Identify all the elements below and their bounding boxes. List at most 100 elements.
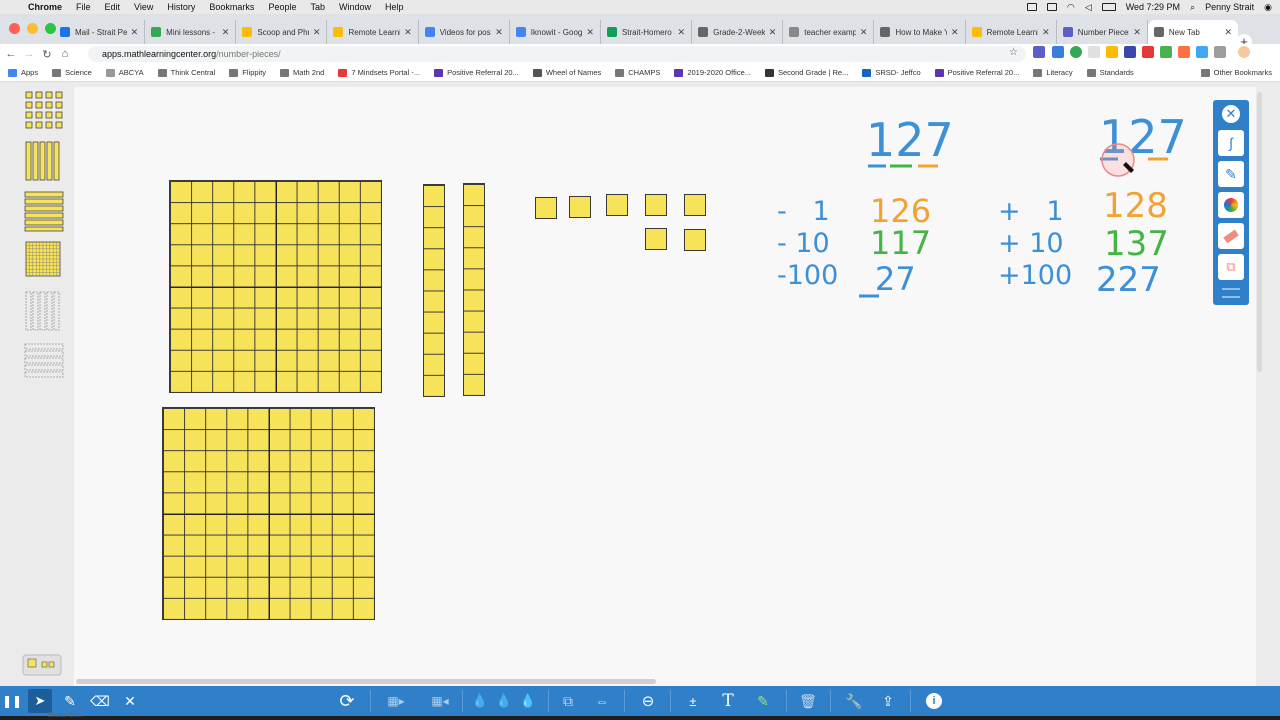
refresh-icon[interactable]: ⟳: [335, 689, 359, 713]
profile-avatar[interactable]: [1238, 46, 1250, 58]
browser-tab[interactable]: Remote Learni ✕: [966, 20, 1057, 44]
menu-window[interactable]: Window: [339, 2, 371, 12]
palette-toggle-icon[interactable]: [22, 654, 62, 676]
zoom-out-icon[interactable]: ⊖: [636, 689, 660, 713]
menu-chrome[interactable]: Chrome: [28, 2, 62, 12]
close-icon[interactable]: ✕: [1222, 105, 1240, 123]
blue-ink-icon[interactable]: 💧: [470, 689, 490, 713]
rotate-icon[interactable]: ⇔: [590, 689, 614, 713]
break-apart-icon[interactable]: ▦◂: [424, 689, 456, 713]
bookmark-item[interactable]: Literacy: [1033, 68, 1073, 77]
eraser-tool-icon[interactable]: ⌫: [88, 689, 112, 713]
pen-tool-icon[interactable]: ✎: [58, 689, 82, 713]
bookmark-item[interactable]: Positive Referral 20...: [434, 68, 519, 77]
menu-people[interactable]: People: [268, 2, 296, 12]
one-piece[interactable]: [535, 197, 557, 219]
back-icon[interactable]: ←: [4, 48, 18, 60]
one-piece[interactable]: [684, 229, 706, 251]
tens-stamp-icon[interactable]: [24, 140, 64, 184]
extension-icon[interactable]: [1070, 46, 1082, 58]
menu-history[interactable]: History: [167, 2, 195, 12]
tab-close-icon[interactable]: ✕: [769, 27, 777, 38]
duplicate-icon[interactable]: ⧉: [556, 689, 580, 713]
tab-close-icon[interactable]: ✕: [1224, 27, 1232, 38]
hundred-piece[interactable]: [169, 180, 382, 393]
menu-bookmarks[interactable]: Bookmarks: [209, 2, 254, 12]
text-tool-icon[interactable]: T: [716, 689, 740, 713]
browser-tab[interactable]: Grade-2-Week ✕: [692, 20, 784, 44]
tab-close-icon[interactable]: ✕: [495, 27, 503, 38]
browser-tab[interactable]: teacher examp ✕: [783, 20, 875, 44]
hundred-piece[interactable]: [162, 407, 375, 620]
settings-wrench-icon[interactable]: 🔧: [842, 689, 866, 713]
teal-ink-icon[interactable]: 💧: [494, 689, 514, 713]
pen-style-button[interactable]: ∫: [1218, 130, 1244, 156]
expression-icon[interactable]: ±: [681, 689, 705, 713]
bookmark-item[interactable]: CHAMPS: [615, 68, 660, 77]
browser-tab[interactable]: Strait-Homero ✕: [601, 20, 693, 44]
bookmark-item[interactable]: Second Grade | Re...: [765, 68, 848, 77]
hundreds-stamp-icon[interactable]: [24, 240, 64, 284]
bookmark-item[interactable]: 2019-2020 Office...: [674, 68, 751, 77]
extension-icon[interactable]: [1033, 46, 1045, 58]
one-piece[interactable]: [645, 228, 667, 250]
menu-file[interactable]: File: [76, 2, 91, 12]
bookmark-item[interactable]: Wheel of Names: [532, 68, 601, 77]
ten-piece[interactable]: [423, 184, 445, 397]
status-icon[interactable]: [1026, 3, 1037, 11]
bookmark-item[interactable]: Positive Referral 20...: [934, 68, 1019, 77]
highlighter-icon[interactable]: ✎: [751, 689, 775, 713]
browser-tab[interactable]: Videos for pos ✕: [419, 20, 510, 44]
reload-icon[interactable]: ↻: [40, 48, 54, 61]
group-icon[interactable]: ▦▸: [380, 689, 412, 713]
tab-close-icon[interactable]: ✕: [404, 27, 412, 38]
extension-icon[interactable]: [1088, 46, 1100, 58]
bookmark-star-icon[interactable]: ☆: [1009, 47, 1018, 58]
siri-icon[interactable]: ◉: [1264, 2, 1272, 13]
pause-icon[interactable]: ❚❚: [2, 689, 22, 713]
pen-button[interactable]: ✎: [1218, 161, 1244, 187]
tab-close-icon[interactable]: ✕: [951, 27, 959, 38]
tab-close-icon[interactable]: ✕: [222, 27, 230, 38]
share-icon[interactable]: ⇪: [876, 689, 900, 713]
close-window-button[interactable]: [9, 23, 20, 34]
minimize-window-button[interactable]: [27, 23, 38, 34]
browser-tab[interactable]: New Tab ✕: [1147, 20, 1239, 44]
tab-close-icon[interactable]: ✕: [313, 27, 321, 38]
horizontal-scrollbar[interactable]: [76, 679, 656, 684]
one-piece[interactable]: [569, 196, 591, 218]
tab-close-icon[interactable]: ✕: [1133, 27, 1141, 38]
one-piece[interactable]: [606, 194, 628, 216]
extension-icon[interactable]: [1142, 46, 1154, 58]
menu-view[interactable]: View: [134, 2, 153, 12]
forward-icon[interactable]: →: [22, 48, 36, 60]
vertical-scrollbar[interactable]: [1257, 92, 1262, 372]
pink-ink-icon[interactable]: 💧: [518, 689, 538, 713]
spotlight-icon[interactable]: ⌕: [1190, 2, 1195, 13]
ones-outline-stamp-icon[interactable]: [24, 340, 64, 384]
eraser-button[interactable]: [1218, 223, 1244, 249]
tab-close-icon[interactable]: ✕: [1042, 27, 1050, 38]
bookmark-item[interactable]: ABCYA: [105, 68, 144, 77]
extension-icon[interactable]: [1214, 46, 1226, 58]
other-bookmarks[interactable]: Other Bookmarks: [1200, 68, 1272, 77]
bookmark-item[interactable]: 7 Mindsets Portal -...: [338, 68, 420, 77]
bookmark-item[interactable]: Standards: [1086, 68, 1134, 77]
bookmark-item[interactable]: Flippity: [229, 68, 266, 77]
extension-icon[interactable]: [1106, 46, 1118, 58]
clock[interactable]: Wed 7:29 PM: [1126, 2, 1180, 12]
one-piece[interactable]: [684, 194, 706, 216]
tab-close-icon[interactable]: ✕: [860, 27, 868, 38]
one-piece[interactable]: [645, 194, 667, 216]
clear-all-icon[interactable]: ✕: [118, 689, 142, 713]
browser-tab[interactable]: Iknowit - Goog ✕: [510, 20, 601, 44]
clear-button[interactable]: ⧉: [1218, 254, 1244, 280]
battery-icon[interactable]: [1101, 3, 1116, 11]
wifi-icon[interactable]: ◠: [1067, 2, 1075, 13]
home-icon[interactable]: ⌂: [58, 48, 72, 60]
trash-icon[interactable]: 🗑: [796, 689, 820, 713]
bookmark-item[interactable]: Science: [52, 68, 92, 77]
extension-icon[interactable]: [1052, 46, 1064, 58]
browser-tab[interactable]: Number Pieces ✕: [1057, 20, 1148, 44]
browser-tab[interactable]: Scoop and Phr ✕: [236, 20, 328, 44]
